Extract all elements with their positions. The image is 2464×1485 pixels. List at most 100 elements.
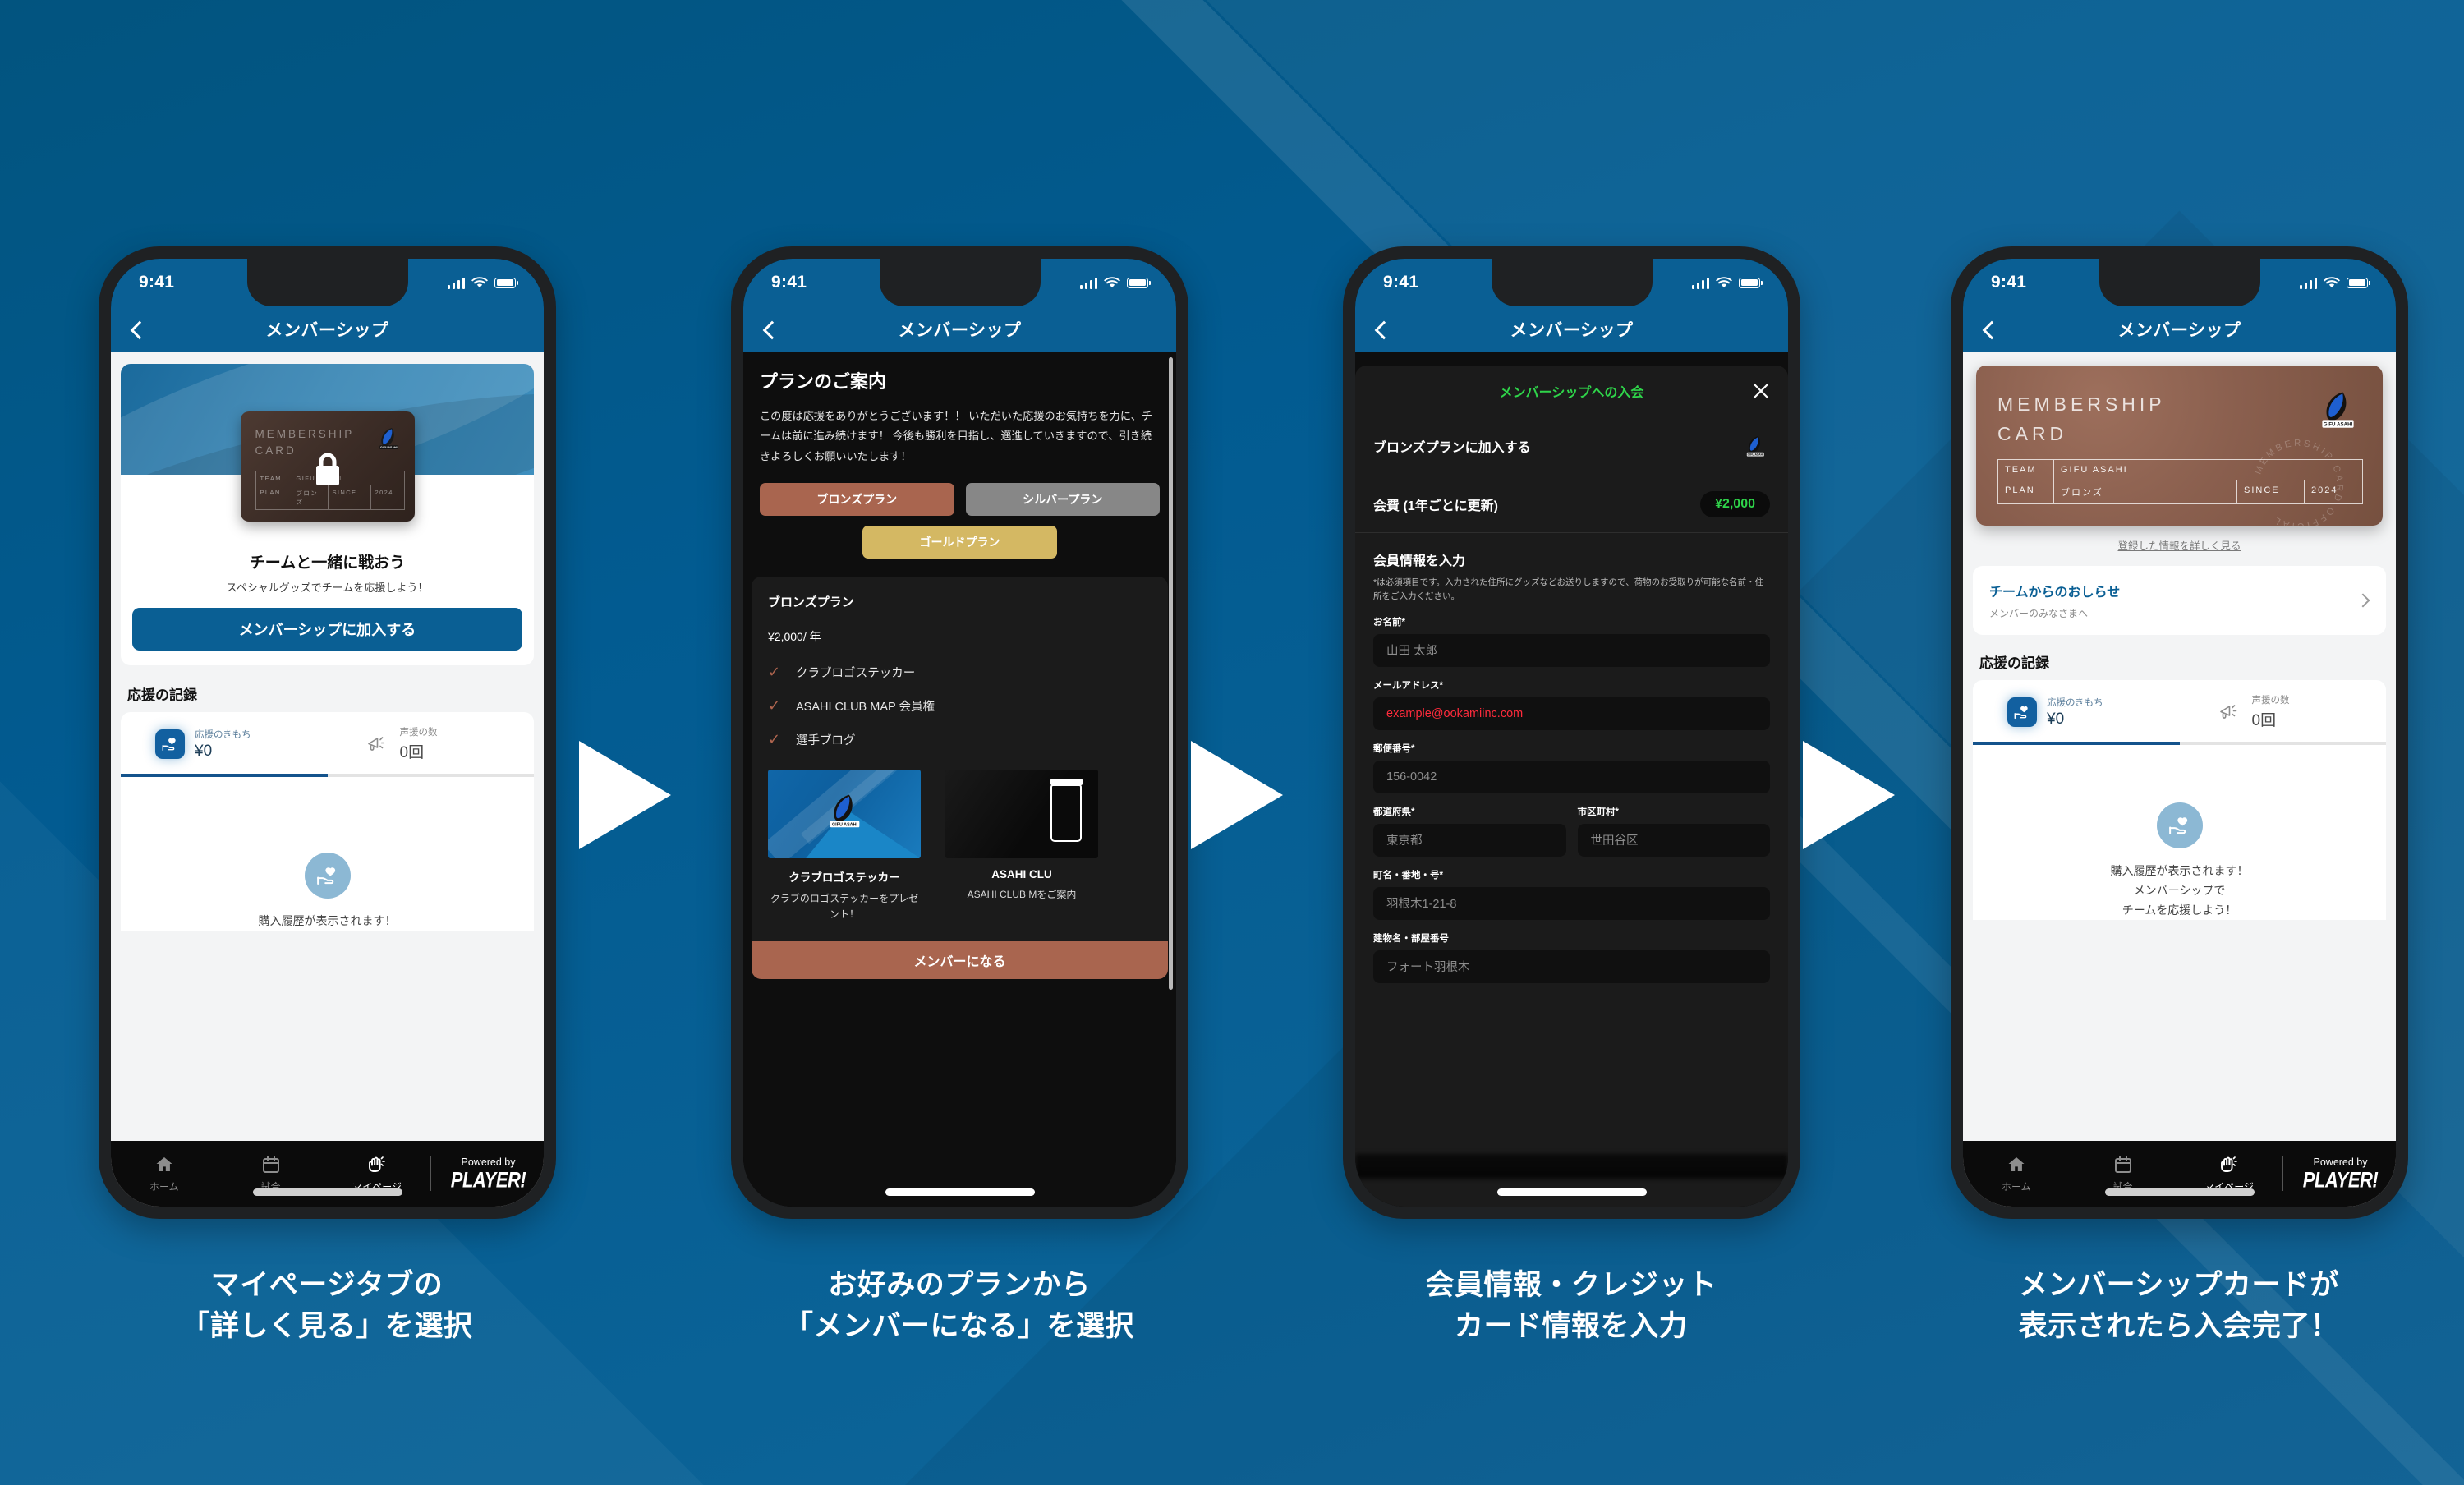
svg-text:GIFU ASAHI: GIFU ASAHI — [2324, 421, 2353, 427]
sheet-title: メンバーシップへの入会 — [1499, 385, 1644, 400]
stat-cheer-count[interactable]: 声援の数 0回 — [328, 725, 535, 762]
card-since-key: SINCE — [2237, 480, 2305, 503]
clap-hands-icon — [2221, 1156, 2238, 1172]
name-input[interactable]: 山田 太郎 — [1373, 633, 1770, 667]
powered-by-badge: Powered by PLAYER! — [2282, 1156, 2388, 1193]
field-label: 建物名・部屋番号 — [1373, 933, 1449, 944]
goods-item-clubmap[interactable]: ASAHI CLU ASAHI CLUB Mをご案内 — [945, 770, 1098, 922]
cellular-bars-icon — [2299, 277, 2317, 289]
email-input[interactable]: example@ookamiinc.com — [1373, 697, 1770, 730]
nav-bar: メンバーシップ — [111, 306, 544, 352]
postal-code-input[interactable]: 156-0042 — [1373, 760, 1770, 793]
supporting-heart-icon — [304, 853, 351, 899]
field-postal-code: 郵便番号* 156-0042 — [1373, 742, 1770, 793]
gifu-asahi-logo-icon: GIFU ASAHI — [830, 794, 860, 828]
cellular-bars-icon — [1691, 277, 1709, 289]
membership-card[interactable]: MEMBERSHIP CARD GIFU ASAHI MEMBERSHIP CA… — [1976, 366, 2383, 526]
field-label: 郵便番号* — [1373, 743, 1415, 754]
back-button[interactable] — [761, 320, 779, 338]
wifi-icon — [471, 276, 488, 287]
membership-promo-card: MEMBERSHIP CARD GIFU ASAHI TEAM GIFU PLA… — [121, 364, 534, 665]
goods-item-sticker[interactable]: GIFU ASAHI クラブロゴステッカー クラブのロゴステッカーをプレゼント！ — [768, 770, 921, 922]
goods-name: クラブロゴステッカー — [788, 871, 900, 885]
page-title: メンバーシップ — [1510, 321, 1634, 340]
form-heading: 会員情報を入力 — [1373, 554, 1466, 568]
tab-mypage[interactable]: マイページ — [324, 1154, 430, 1193]
table-row: PLAN ブロンズ SINCE 2024 — [256, 485, 404, 509]
field-label: メールアドレス* — [1373, 680, 1443, 691]
card-plan-value: ブロンズ — [292, 485, 329, 509]
field-label: 都道府県* — [1373, 807, 1415, 817]
stat-support-feeling[interactable]: 応援のきもち ¥0 — [1973, 693, 2180, 730]
tab-indicator — [121, 774, 534, 777]
stat-label: 応援のきもち — [195, 729, 251, 740]
plan-tab-gold[interactable]: ゴールドプラン — [862, 526, 1057, 559]
feature-label: クラブロゴステッカー — [796, 667, 916, 681]
check-icon: ✓ — [768, 731, 781, 748]
stat-cheer-count[interactable]: 声援の数 0回 — [2180, 693, 2387, 730]
empty-state: 購入履歴が表示されます！ メンバーシップで チームを応援しよう！ — [1973, 745, 2386, 921]
powered-by-label: Powered by — [2313, 1156, 2368, 1168]
scrollbar[interactable] — [1169, 357, 1173, 990]
stat-value: 0回 — [399, 744, 425, 761]
goods-carousel[interactable]: GIFU ASAHI クラブロゴステッカー クラブのロゴステッカーをプレゼント！ — [768, 770, 1152, 922]
back-button[interactable] — [1981, 320, 1999, 338]
team-notice-card[interactable]: チームからのおしらせ メンバーのみなさまへ — [1973, 566, 2386, 635]
cellular-bars-icon — [1079, 277, 1097, 289]
tab-matches[interactable]: 試合 — [218, 1154, 324, 1193]
street-input[interactable]: 羽根木1-21-8 — [1373, 886, 1770, 920]
support-record-card: 応援のきもち ¥0 — [121, 712, 534, 931]
membership-signup-sheet: メンバーシップへの入会 ブロンズプランに加入する GIFU ASAHI 会費 (… — [1355, 366, 1788, 1207]
table-row: TEAM GIFU ASAHI — [1998, 460, 2362, 480]
plan-selection-row: ブロンズプランに加入する GIFU ASAHI — [1355, 416, 1788, 476]
tab-label: ホーム — [149, 1181, 179, 1193]
city-input[interactable]: 世田谷区 — [1577, 823, 1770, 857]
goods-image — [945, 770, 1098, 859]
back-button[interactable] — [1373, 320, 1391, 338]
home-icon — [2008, 1157, 2025, 1171]
tab-home[interactable]: ホーム — [1963, 1154, 2070, 1193]
phone-mockup-4: 9:41 メンバーシップ MEMBERSHIP CARD GIFU ASAHI … — [1951, 246, 2408, 1219]
promo-subhead: スペシャルグッズでチームを応援しよう！ — [226, 582, 429, 594]
prefecture-input[interactable]: 東京都 — [1373, 823, 1566, 857]
tab-matches[interactable]: 試合 — [2070, 1154, 2177, 1193]
gifu-asahi-logo-icon: GIFU ASAHI — [379, 428, 398, 449]
fee-value: ¥2,000 — [1700, 491, 1770, 517]
become-member-button[interactable]: メンバーになる — [752, 941, 1168, 980]
list-item: ✓ クラブロゴステッカー — [768, 664, 1152, 681]
wifi-icon — [1716, 276, 1732, 287]
tab-bar: ホーム 試合 マイページ Powered by PLAYER! — [1963, 1141, 2396, 1207]
status-time: 9:41 — [1383, 273, 1419, 292]
stat-support-feeling[interactable]: 応援のきもち ¥0 — [121, 725, 328, 762]
plan-detail-panel: ブロンズプラン ¥2,000/ 年 ✓ クラブロゴステッカー ✓ ASAHI C… — [752, 577, 1168, 980]
page-title: メンバーシップ — [898, 321, 1022, 340]
tab-home[interactable]: ホーム — [111, 1154, 218, 1193]
card-team-key: TEAM — [256, 471, 292, 485]
check-icon: ✓ — [768, 697, 781, 715]
tab-mypage[interactable]: マイページ — [2176, 1154, 2282, 1193]
card-plan-key: PLAN — [256, 485, 292, 509]
svg-text:GIFU ASAHI: GIFU ASAHI — [380, 446, 398, 449]
caption-line-2: 「詳しく見る」を選択 — [181, 1309, 473, 1342]
battery-icon — [1127, 277, 1151, 288]
screen-1-content: MEMBERSHIP CARD GIFU ASAHI TEAM GIFU PLA… — [111, 352, 544, 1207]
calendar-icon — [262, 1156, 279, 1173]
join-membership-button[interactable]: メンバーシップに加入する — [132, 608, 522, 651]
field-label: お名前* — [1373, 617, 1405, 628]
close-icon[interactable] — [1752, 382, 1770, 400]
support-record-card: 応援のきもち ¥0 — [1973, 680, 2387, 921]
card-plan-value: ブロンズ — [2054, 480, 2237, 503]
notice-subtitle: メンバーのみなさまへ — [1989, 608, 2089, 619]
plan-tab-bronze[interactable]: ブロンズプラン — [760, 483, 954, 517]
building-input[interactable]: フォート羽根木 — [1373, 949, 1770, 983]
list-item: ✓ 選手ブログ — [768, 731, 1152, 748]
back-button[interactable] — [129, 320, 147, 338]
supporting-heart-icon — [155, 729, 185, 759]
megaphone-icon — [362, 730, 390, 758]
tab-label: ホーム — [2002, 1181, 2031, 1193]
view-registered-info-link[interactable]: 登録した情報を詳しく見る — [1976, 537, 2383, 553]
nav-bar: メンバーシップ — [743, 306, 1176, 352]
plan-tab-silver[interactable]: シルバープラン — [965, 483, 1160, 517]
bottle-icon — [1050, 779, 1083, 843]
promo-headline: チームと一緒に戦おう — [249, 554, 406, 572]
